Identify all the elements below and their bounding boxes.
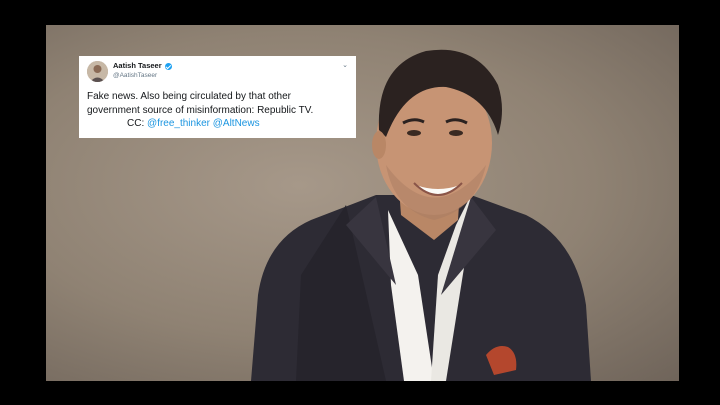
tweet-text-line: government source of misinformation: Rep… bbox=[87, 104, 314, 116]
cc-label: CC: bbox=[127, 118, 145, 129]
chevron-down-icon[interactable]: ⌄ bbox=[342, 61, 348, 71]
tweet-author: Aatish Taseer @AatishTaseer bbox=[113, 61, 172, 81]
tweet-header: Aatish Taseer @AatishTaseer ⌄ bbox=[87, 61, 348, 87]
display-name[interactable]: Aatish Taseer bbox=[113, 61, 162, 71]
tweet-embed: Aatish Taseer @AatishTaseer ⌄ Fake news.… bbox=[79, 56, 356, 138]
verified-badge-icon bbox=[164, 62, 172, 70]
mention-link[interactable]: @AltNews bbox=[213, 118, 260, 129]
tweet-body: Fake news. Also being circulated by that… bbox=[87, 90, 348, 131]
tweet-text-line: Fake news. Also being circulated by that… bbox=[87, 91, 292, 102]
cc-line: CC: @free_thinker @AltNews bbox=[87, 117, 348, 131]
user-avatar-icon bbox=[87, 61, 108, 82]
name-row: Aatish Taseer bbox=[113, 61, 172, 71]
avatar[interactable] bbox=[87, 61, 108, 82]
mention-link[interactable]: @free_thinker bbox=[147, 118, 210, 129]
handle[interactable]: @AatishTaseer bbox=[113, 71, 172, 81]
video-frame: Aatish Taseer @AatishTaseer ⌄ Fake news.… bbox=[46, 25, 679, 381]
